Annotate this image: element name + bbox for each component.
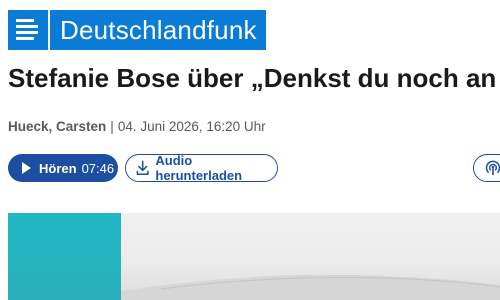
article-title: Stefanie Bose über „Denkst du noch an bbox=[8, 63, 497, 93]
article-meta: Hueck, Carsten | 04. Juni 2026, 16:20 Uhr bbox=[8, 119, 266, 134]
brand-logo[interactable]: Deutschlandfunk bbox=[8, 10, 266, 50]
article-author[interactable]: Hueck, Carsten bbox=[8, 119, 106, 134]
page: Deutschlandfunk Stefanie Bose über „Denk… bbox=[0, 0, 500, 300]
download-audio-button[interactable]: Audio herunterladen bbox=[125, 153, 278, 183]
podcast-icon bbox=[485, 160, 500, 176]
play-icon bbox=[22, 162, 31, 174]
podcast-button[interactable] bbox=[473, 154, 500, 182]
meta-separator: | bbox=[110, 119, 114, 134]
brand-name: Deutschlandfunk bbox=[50, 10, 266, 50]
hero-image bbox=[8, 213, 500, 300]
hero-image-shape bbox=[121, 274, 500, 300]
logo-mark-icon bbox=[8, 10, 48, 50]
play-label: Hören bbox=[39, 160, 77, 176]
hero-image-teal-panel bbox=[8, 213, 121, 300]
audio-duration: 07:46 bbox=[81, 160, 115, 176]
download-icon bbox=[136, 160, 149, 175]
article-date: 04. Juni 2026, 16:20 Uhr bbox=[117, 119, 266, 134]
play-audio-button[interactable]: Hören 07:46 bbox=[8, 154, 118, 182]
download-label: Audio herunterladen bbox=[155, 153, 243, 183]
